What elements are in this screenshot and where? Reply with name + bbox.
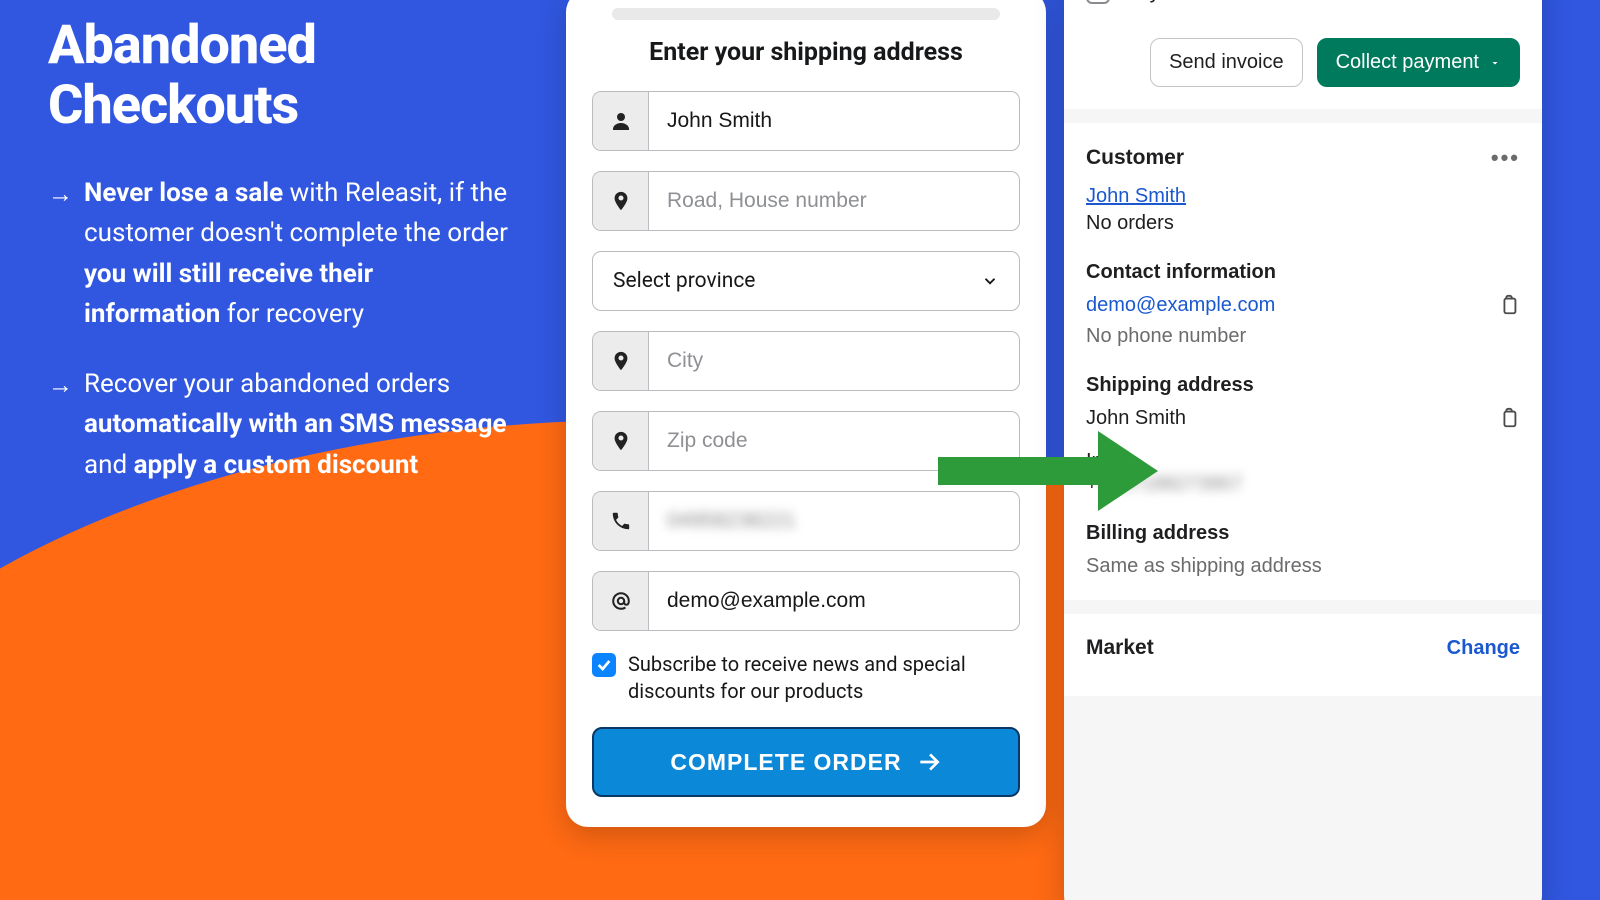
bullet-2: → Recover your abandoned orders automati… [48, 364, 508, 485]
contact-phone-hint: No phone number [1086, 325, 1520, 348]
email-input[interactable] [649, 572, 1019, 630]
customer-orders: No orders [1086, 212, 1520, 235]
shipping-phone-masked: 07188273957 [1120, 473, 1242, 496]
shipping-name: John Smith [1086, 407, 1186, 430]
province-placeholder: Select province [613, 269, 755, 293]
admin-panel: Payment due later Send invoice Collect p… [1064, 0, 1542, 900]
payment-section: Payment due later Send invoice Collect p… [1064, 0, 1542, 109]
bullet-2-bold-2: apply a custom discount [134, 450, 419, 480]
billing-value: Same as shipping address [1086, 555, 1520, 578]
customer-heading: Customer [1086, 146, 1184, 170]
billing-heading: Billing address [1086, 522, 1520, 545]
pin-icon [593, 172, 649, 230]
shipping-phone-prefix: +91 [1086, 473, 1120, 495]
send-invoice-button[interactable]: Send invoice [1150, 38, 1303, 87]
shipping-phone: +9107188273957 [1086, 473, 1520, 496]
collect-payment-label: Collect payment [1336, 51, 1479, 74]
bullet-2-bold-1: automatically with an SMS message [84, 409, 507, 439]
at-icon [593, 572, 649, 630]
market-heading: Market [1086, 636, 1154, 660]
clipboard-icon[interactable] [1498, 407, 1520, 429]
more-icon[interactable]: ••• [1491, 145, 1520, 171]
shipping-heading: Shipping address [1086, 374, 1520, 397]
arrow-right-icon [916, 749, 942, 775]
customer-name-link[interactable]: John Smith [1086, 185, 1186, 207]
payment-due-later-label: Payment due later [1124, 0, 1294, 4]
caret-down-icon [1489, 57, 1501, 69]
bullet-2-text-1: Recover your abandoned orders [84, 369, 450, 399]
contact-heading: Contact information [1086, 261, 1520, 284]
clipboard-icon[interactable] [1498, 294, 1520, 316]
phone-field[interactable] [592, 491, 1020, 551]
email-field[interactable] [592, 571, 1020, 631]
subscribe-label: Subscribe to receive news and special di… [628, 651, 1020, 705]
contact-email-link[interactable]: demo@example.com [1086, 294, 1275, 317]
marketing-copy: Abandoned Checkouts → Never lose a sale … [48, 16, 508, 515]
person-icon [593, 92, 649, 150]
checkbox-checked-icon [592, 653, 616, 677]
phone-input[interactable] [649, 492, 1019, 550]
bullet-1-bold-1: Never lose a sale [84, 178, 283, 208]
bullet-1: → Never lose a sale with Releasit, if th… [48, 173, 508, 334]
complete-order-label: COMPLETE ORDER [670, 749, 901, 776]
complete-order-button[interactable]: COMPLETE ORDER [592, 727, 1020, 797]
market-card: Market Change [1064, 614, 1542, 696]
province-select[interactable]: Select province [592, 251, 1020, 311]
phone-icon [593, 492, 649, 550]
address-input[interactable] [649, 172, 1019, 230]
bullet-2-text-2: and [84, 450, 134, 480]
city-input[interactable] [649, 332, 1019, 390]
market-change-link[interactable]: Change [1447, 637, 1520, 660]
pin-icon [593, 412, 649, 470]
drag-handle [612, 8, 1000, 20]
zip-input[interactable] [649, 412, 1019, 470]
city-field[interactable] [592, 331, 1020, 391]
subscribe-checkbox[interactable]: Subscribe to receive news and special di… [592, 651, 1020, 705]
payment-due-later-checkbox[interactable]: Payment due later [1086, 0, 1520, 4]
checkbox-empty-icon [1086, 0, 1110, 4]
name-input[interactable] [649, 92, 1019, 150]
bullet-1-text-2: for recovery [220, 299, 364, 329]
address-field[interactable] [592, 171, 1020, 231]
arrow-icon: → [48, 367, 73, 406]
page-title: Abandoned Checkouts [48, 16, 508, 137]
checkout-card: Enter your shipping address Select provi… [566, 0, 1046, 827]
arrow-icon: → [48, 176, 73, 215]
pin-icon [593, 332, 649, 390]
name-field[interactable] [592, 91, 1020, 151]
chevron-down-icon [981, 272, 999, 290]
checkout-heading: Enter your shipping address [592, 38, 1020, 67]
customer-card: Customer ••• John Smith No orders Contac… [1064, 123, 1542, 600]
collect-payment-button[interactable]: Collect payment [1317, 38, 1520, 87]
shipping-country: India [1086, 450, 1520, 473]
zip-field[interactable] [592, 411, 1020, 471]
